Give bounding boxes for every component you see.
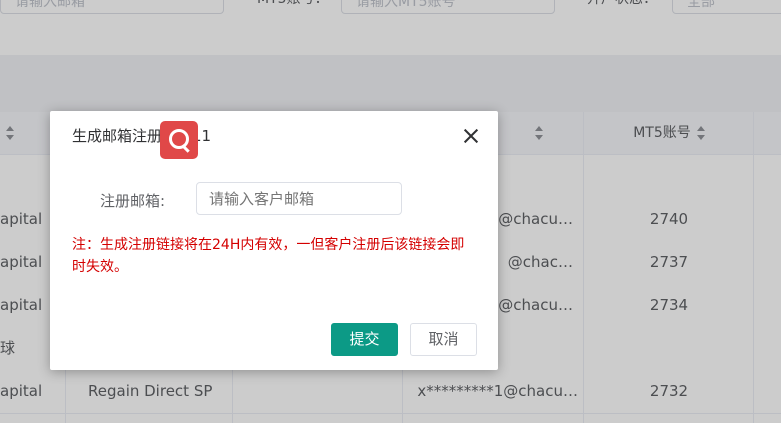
cancel-button[interactable]: 取消 bbox=[410, 323, 477, 356]
email-field-label: 注册邮箱: bbox=[100, 192, 166, 210]
close-icon[interactable] bbox=[462, 127, 480, 145]
email-field[interactable] bbox=[196, 182, 402, 215]
notice-text: 注：生成注册链接将在24H内有效，一但客户注册后该链接会即时失效。 bbox=[72, 237, 465, 275]
submit-button[interactable]: 提交 bbox=[331, 323, 398, 356]
search-icon[interactable] bbox=[160, 121, 198, 159]
register-link-dialog: 生成邮箱注册链接11 注册邮箱: 注：生成注册链接将在24H内有效，一但客户注册… bbox=[50, 111, 498, 370]
